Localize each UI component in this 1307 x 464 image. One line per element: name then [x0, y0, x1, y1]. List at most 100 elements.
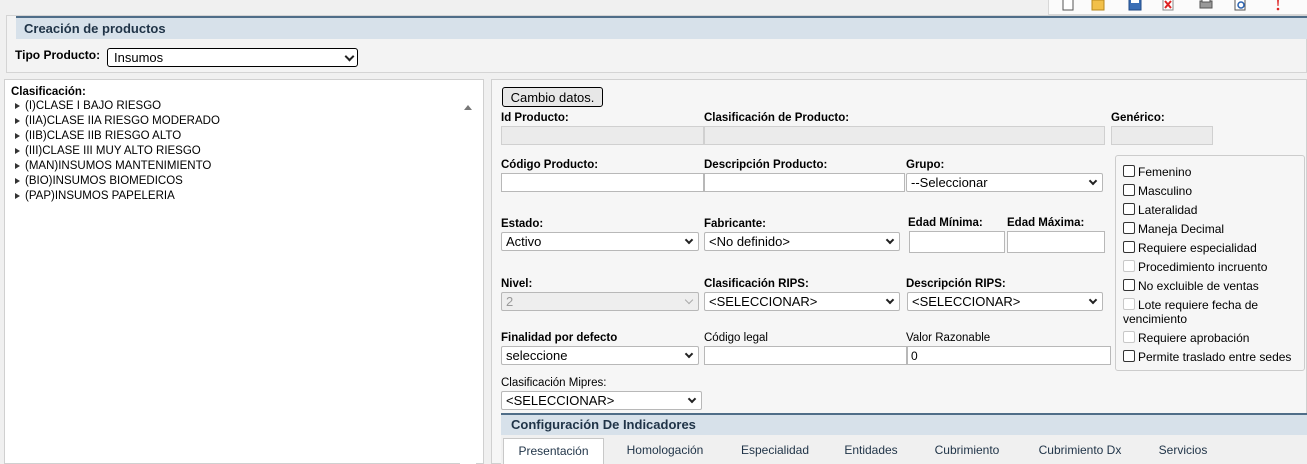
chevron-down-icon [344, 51, 355, 62]
generico-field [1111, 126, 1213, 145]
grupo-label: Grupo: [906, 159, 945, 171]
tree-item[interactable]: (I)CLASE I BAJO RIESGO [15, 100, 161, 112]
checkbox-box[interactable] [1123, 241, 1135, 253]
clasificacion-producto-field [704, 126, 1105, 145]
edad-minima-field[interactable] [909, 231, 1005, 253]
edad-maxima-label: Edad Máxima: [1007, 217, 1085, 229]
checkbox-requiere-especialidad[interactable]: Requiere especialidad [1123, 241, 1257, 255]
cambio-datos-button[interactable]: Cambio datos. [502, 87, 603, 107]
tree-label: Clasificación: [11, 86, 86, 98]
tab-homologacion[interactable]: Homologación [616, 438, 714, 464]
checkbox-box[interactable] [1123, 165, 1135, 177]
estado-select[interactable]: Activo [501, 232, 699, 251]
chevron-down-icon [687, 394, 697, 404]
checkbox-box [1123, 298, 1135, 310]
checkbox-requiere-aprobacion: Requiere aprobación [1123, 331, 1249, 345]
tree-scrollbar[interactable] [460, 98, 476, 464]
page-title: Creación de productos [16, 16, 1307, 39]
top-toolbar [1048, 0, 1307, 15]
tree-item[interactable]: (BIO)INSUMOS BIOMEDICOS [15, 175, 183, 187]
tree-item[interactable]: (PAP)INSUMOS PAPELERIA [15, 190, 175, 202]
chevron-down-icon [684, 295, 694, 305]
expand-arrow-icon[interactable] [15, 148, 20, 154]
edad-minima-label: Edad Mínima: [908, 217, 983, 229]
checkbox-maneja-decimal[interactable]: Maneja Decimal [1123, 222, 1224, 236]
expand-arrow-icon[interactable] [15, 133, 20, 139]
tab-cubrimiento-dx[interactable]: Cubrimiento Dx [1028, 438, 1132, 464]
tab-cubrimiento[interactable]: Cubrimiento [922, 438, 1012, 464]
clasificacion-producto-label: Clasificación de Producto: [704, 112, 850, 124]
scroll-up-arrow-icon[interactable] [460, 100, 476, 114]
grupo-select[interactable]: --Seleccionar [906, 173, 1103, 192]
tab-entidades[interactable]: Entidades [836, 438, 906, 464]
clasificacion-rips-label: Clasificación RIPS: [704, 278, 809, 290]
chevron-down-icon [885, 235, 895, 245]
clasificacion-mipres-select[interactable]: <SELECCIONAR> [501, 391, 702, 410]
checkbox-box[interactable] [1123, 350, 1135, 362]
fabricante-label: Fabricante: [704, 218, 766, 230]
tab-presentacion[interactable]: Presentación [503, 438, 604, 464]
descripcion-rips-label: Descripción RIPS: [906, 278, 1006, 290]
codigo-legal-label: Código legal [704, 332, 768, 344]
help-icon[interactable] [1271, 0, 1285, 11]
tab-especialidad[interactable]: Especialidad [730, 438, 820, 464]
tipo-producto-value: Insumos [114, 50, 164, 65]
nivel-select: 2 [501, 292, 699, 311]
chevron-down-icon [684, 235, 694, 245]
codigo-legal-field[interactable] [704, 346, 907, 365]
expand-arrow-icon[interactable] [15, 103, 20, 109]
nivel-label: Nivel: [501, 278, 533, 290]
tab-servicios[interactable]: Servicios [1148, 438, 1218, 464]
expand-arrow-icon[interactable] [15, 118, 20, 124]
edad-maxima-field[interactable] [1007, 231, 1105, 253]
descripcion-producto-field[interactable] [704, 173, 905, 192]
save-icon[interactable] [1128, 0, 1142, 11]
checkbox-lateralidad[interactable]: Lateralidad [1123, 203, 1197, 217]
clasificacion-rips-select[interactable]: <SELECCIONAR> [704, 292, 900, 311]
expand-arrow-icon[interactable] [15, 163, 20, 169]
expand-arrow-icon[interactable] [15, 193, 20, 199]
codigo-producto-label: Código Producto: [501, 159, 599, 171]
print-icon[interactable] [1199, 0, 1213, 11]
finalidad-label: Finalidad por defecto [501, 332, 618, 344]
checkbox-box[interactable] [1123, 184, 1135, 196]
tree-item[interactable]: (MAN)INSUMOS MANTENIMIENTO [15, 160, 211, 172]
clasificacion-mipres-label: Clasificación Mipres: [501, 377, 607, 389]
tree-item[interactable]: (IIA)CLASE IIA RIESGO MODERADO [15, 115, 220, 127]
id-producto-field [501, 126, 704, 145]
checkbox-box[interactable] [1123, 222, 1135, 234]
tree-item[interactable]: (IIB)CLASE IIB RIESGO ALTO [15, 130, 181, 142]
checkbox-box [1123, 260, 1135, 272]
checkbox-box[interactable] [1123, 203, 1135, 215]
finalidad-select[interactable]: seleccione [501, 346, 699, 365]
fabricante-select[interactable]: <No definido> [704, 232, 900, 251]
id-producto-label: Id Producto: [501, 112, 569, 124]
chevron-down-icon [684, 349, 694, 359]
checkbox-permite-traslado[interactable]: Permite traslado entre sedes [1123, 350, 1291, 364]
valor-razonable-field[interactable]: 0 [907, 346, 1111, 365]
tipo-producto-label: Tipo Producto: [15, 48, 101, 62]
checkbox-procedimiento-incruento: Procedimiento incruento [1123, 260, 1267, 274]
descripcion-rips-select[interactable]: <SELECCIONAR> [907, 292, 1103, 311]
descripcion-producto-label: Descripción Producto: [704, 159, 828, 171]
codigo-producto-field[interactable] [501, 173, 704, 192]
checkbox-lote-fecha-vencimiento: Lote requiere fecha de vencimiento [1123, 298, 1259, 326]
valor-razonable-label: Valor Razonable [906, 332, 991, 344]
preview-icon[interactable] [1233, 0, 1247, 11]
expand-arrow-icon[interactable] [15, 178, 20, 184]
estado-label: Estado: [501, 218, 544, 230]
checkbox-box[interactable] [1123, 279, 1135, 291]
checkbox-no-excluible[interactable]: No excluible de ventas [1123, 279, 1259, 293]
chevron-down-icon [1088, 176, 1098, 186]
delete-icon[interactable] [1161, 0, 1175, 11]
generico-label: Genérico: [1111, 112, 1165, 124]
tree-item[interactable]: (III)CLASE III MUY ALTO RIESGO [15, 145, 201, 157]
checkbox-masculino[interactable]: Masculino [1123, 184, 1192, 198]
open-folder-icon[interactable] [1091, 0, 1105, 11]
new-doc-icon[interactable] [1061, 0, 1075, 11]
chevron-down-icon [885, 295, 895, 305]
chevron-down-icon [1088, 295, 1098, 305]
tipo-producto-select[interactable]: Insumos [107, 48, 358, 67]
indicators-section-title: Configuración De Indicadores [501, 413, 1307, 435]
checkbox-femenino[interactable]: Femenino [1123, 165, 1191, 179]
